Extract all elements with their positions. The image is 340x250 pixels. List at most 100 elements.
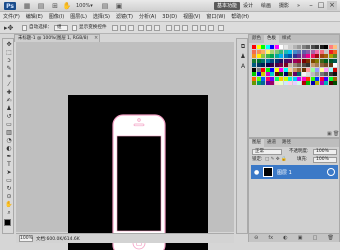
swatch-cell[interactable] <box>315 72 319 76</box>
swatch-cell[interactable] <box>319 49 324 54</box>
align-vcenter-icon[interactable] <box>120 25 126 31</box>
opacity-field[interactable]: 100% <box>313 149 337 155</box>
swatch-cell[interactable] <box>261 54 265 58</box>
swatch-cell[interactable] <box>270 58 274 63</box>
swatch-cell[interactable] <box>270 45 274 49</box>
distribute-top-icon[interactable] <box>166 25 172 31</box>
swatch-cell[interactable] <box>279 58 283 63</box>
swatch-cell[interactable] <box>315 54 319 58</box>
swatch-cell[interactable] <box>306 49 310 54</box>
swatch-cell[interactable] <box>283 72 288 76</box>
eyedropper-tool-icon[interactable]: ⁄ <box>5 81 13 88</box>
swatch-cell[interactable] <box>315 45 319 49</box>
swatch-cell[interactable] <box>292 49 297 54</box>
swatch-cell[interactable] <box>292 76 297 81</box>
swatch-cell[interactable] <box>252 45 256 49</box>
swatch-cell[interactable] <box>319 54 324 58</box>
swatch-cell[interactable] <box>297 72 301 76</box>
swatch-cell[interactable] <box>252 54 256 58</box>
swatch-cell[interactable] <box>301 54 306 58</box>
align-bottom-icon[interactable] <box>128 25 134 31</box>
align-left-icon[interactable] <box>138 25 144 31</box>
swatch-cell[interactable] <box>292 72 297 76</box>
swatch-cell[interactable] <box>256 72 261 76</box>
swatch-cell[interactable] <box>333 67 337 72</box>
swatch-cell[interactable] <box>270 81 274 85</box>
swatch-cell[interactable] <box>310 72 315 76</box>
swatch-cell[interactable] <box>328 67 333 72</box>
swatch-cell[interactable] <box>333 45 337 49</box>
grid-icon[interactable]: ⊞ <box>50 2 60 10</box>
swatch-cell[interactable] <box>297 54 301 58</box>
swatch-cell[interactable] <box>301 58 306 63</box>
swatch-cell[interactable] <box>319 72 324 76</box>
swatch-cell[interactable] <box>252 49 256 54</box>
swatch-cell[interactable] <box>315 63 319 67</box>
swatch-cell[interactable] <box>288 63 292 67</box>
swatch-cell[interactable] <box>288 58 292 63</box>
swatch-cell[interactable] <box>333 63 337 67</box>
swatch-cell[interactable] <box>265 67 270 72</box>
swatch-cell[interactable] <box>319 67 324 72</box>
menu-layer[interactable]: 图层(L) <box>70 13 87 20</box>
swatch-cell[interactable] <box>261 72 265 76</box>
lock-icons[interactable]: □ ✎ ✥ 🔒 <box>265 156 287 163</box>
swatch-cell[interactable] <box>279 76 283 81</box>
swatch-cell[interactable] <box>319 58 324 63</box>
swatch-cell[interactable] <box>315 49 319 54</box>
menu-file[interactable]: 文件(F) <box>3 13 20 20</box>
document-tab[interactable]: 未标题-1 @ 100%(图层 1, RGB/8) <box>14 34 100 42</box>
swatch-cell[interactable] <box>265 72 270 76</box>
swatch-cell[interactable] <box>256 76 261 81</box>
gradient-tool-icon[interactable]: ▥ <box>5 129 13 136</box>
swatch-cell[interactable] <box>301 72 306 76</box>
swatch-cell[interactable] <box>265 54 270 58</box>
swatch-cell[interactable] <box>256 63 261 67</box>
maximize-button[interactable]: □ <box>316 1 326 10</box>
marquee-tool-icon[interactable]: ⬚ <box>5 49 13 56</box>
history-brush-tool-icon[interactable]: ↺ <box>5 113 13 120</box>
tab-styles[interactable]: 样式 <box>279 35 294 43</box>
document-canvas[interactable] <box>68 95 208 250</box>
shape-tool-icon[interactable]: ▭ <box>5 177 13 184</box>
zoom-tool-icon[interactable]: ⌕ <box>5 209 13 216</box>
auto-select-checkbox[interactable] <box>22 25 27 31</box>
swatch-cell[interactable] <box>283 76 288 81</box>
arrange-docs-icon[interactable]: ▤ <box>100 2 110 10</box>
workspace-painting[interactable]: 绘画 <box>258 2 274 10</box>
healing-brush-tool-icon[interactable]: ✚ <box>5 89 13 96</box>
swatch-cell[interactable] <box>252 76 256 81</box>
delete-layer-icon[interactable]: 🗑 <box>328 235 334 241</box>
swatch-cell[interactable] <box>306 76 310 81</box>
swatch-cell[interactable] <box>306 81 310 85</box>
swatch-cell[interactable] <box>328 45 333 49</box>
lasso-tool-icon[interactable]: ↄ <box>5 57 13 64</box>
swatch-cell[interactable] <box>328 49 333 54</box>
swatch-cell[interactable] <box>288 76 292 81</box>
swatch-cell[interactable] <box>324 81 328 85</box>
swatch-cell[interactable] <box>297 49 301 54</box>
swatch-cell[interactable] <box>315 81 319 85</box>
swatch-cell[interactable] <box>292 81 297 85</box>
swatch-cell[interactable] <box>333 81 337 85</box>
swatch-cell[interactable] <box>310 63 315 67</box>
swatch-cell[interactable] <box>288 81 292 85</box>
visibility-eye-icon[interactable]: ● <box>254 169 259 176</box>
screen-mode-icon[interactable]: ▣ <box>114 2 124 10</box>
swatch-cell[interactable] <box>292 54 297 58</box>
swatch-cell[interactable] <box>261 58 265 63</box>
dodge-tool-icon[interactable]: ◐ <box>5 145 13 152</box>
swatch-cell[interactable] <box>279 72 283 76</box>
tab-color[interactable]: 颜色 <box>249 35 264 43</box>
swatch-cell[interactable] <box>310 67 315 72</box>
swatch-cell[interactable] <box>310 45 315 49</box>
mini-bridge-icon[interactable]: ▤ <box>36 2 46 10</box>
swatch-cell[interactable] <box>270 72 274 76</box>
menu-window[interactable]: 窗口(W) <box>206 13 225 20</box>
swatch-cell[interactable] <box>261 45 265 49</box>
tab-paths[interactable]: 路径 <box>279 139 294 147</box>
swatch-cell[interactable] <box>274 67 279 72</box>
swatch-cell[interactable] <box>274 45 279 49</box>
swatch-cell[interactable] <box>297 81 301 85</box>
swatch-cell[interactable] <box>328 76 333 81</box>
